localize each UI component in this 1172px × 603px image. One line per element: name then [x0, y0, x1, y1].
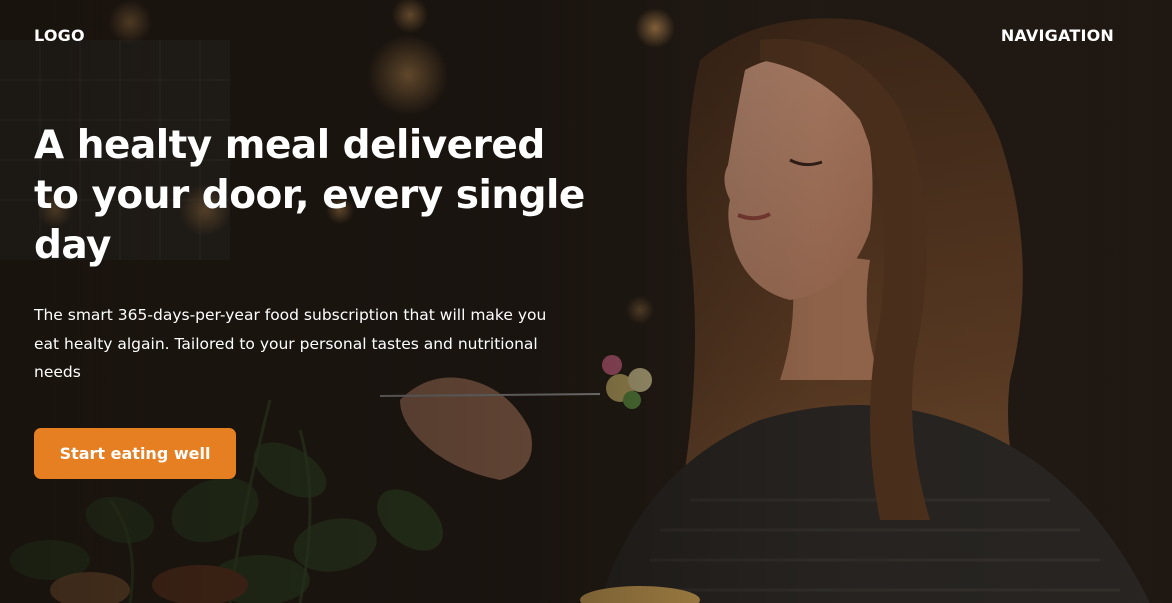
- logo[interactable]: LOGO: [34, 26, 85, 45]
- hero-section: LOGO NAVIGATION A healty meal delivered …: [0, 0, 1172, 603]
- hero-title: A healty meal delivered to your door, ev…: [34, 123, 585, 268]
- hero-subtitle: The smart 365-days-per-year food subscri…: [34, 306, 547, 381]
- start-eating-well-button[interactable]: Start eating well: [34, 428, 236, 479]
- site-header: LOGO NAVIGATION: [34, 26, 1114, 45]
- hero-text-block: A healty meal delivered to your door, ev…: [34, 121, 594, 387]
- navigation-link[interactable]: NAVIGATION: [1001, 26, 1114, 45]
